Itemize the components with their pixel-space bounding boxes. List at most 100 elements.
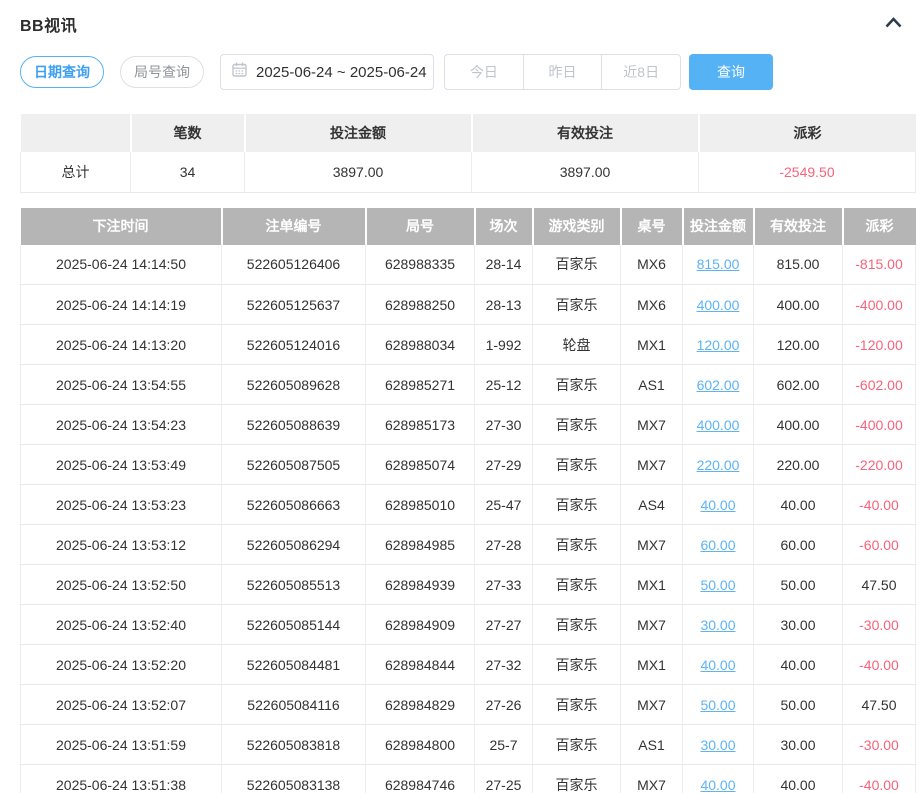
cell-bet-id: 522605085513 (222, 565, 366, 605)
cell-payout: -400.00 (843, 405, 916, 445)
bet-amount-link[interactable]: 50.00 (700, 577, 735, 593)
cell-valid-bet: 30.00 (754, 605, 843, 645)
cell-payout: -40.00 (843, 765, 916, 793)
cell-bet-amount: 220.00 (683, 445, 754, 485)
summary-col-bet-amount: 投注金额 (245, 114, 472, 152)
cell-time: 2025-06-24 14:13:20 (21, 325, 222, 365)
bet-amount-link[interactable]: 120.00 (697, 337, 740, 353)
cell-bet-amount: 60.00 (683, 525, 754, 565)
bet-amount-link[interactable]: 400.00 (697, 297, 740, 313)
cell-valid-bet: 60.00 (754, 525, 843, 565)
cell-bet-amount: 50.00 (683, 565, 754, 605)
cell-bet-amount: 815.00 (683, 245, 754, 285)
cell-game: 百家乐 (533, 405, 621, 445)
query-toolbar: 日期查询 局号查询 2025-06-24 ~ 2025-06-24 今日 昨日 … (20, 54, 904, 90)
bet-amount-link[interactable]: 602.00 (697, 377, 740, 393)
cell-table-no: MX1 (621, 565, 683, 605)
cell-valid-bet: 602.00 (754, 365, 843, 405)
tab-date-query[interactable]: 日期查询 (20, 56, 104, 88)
cell-session: 27-32 (475, 645, 533, 685)
cell-time: 2025-06-24 13:52:50 (21, 565, 222, 605)
cell-bet-id: 522605086294 (222, 525, 366, 565)
cell-game: 百家乐 (533, 485, 621, 525)
summary-total-label: 总计 (21, 152, 131, 192)
cell-bet-id: 522605084116 (222, 685, 366, 725)
table-row: 2025-06-24 14:13:20522605124016628988034… (21, 325, 916, 365)
bet-amount-link[interactable]: 30.00 (700, 617, 735, 633)
tab-round-query[interactable]: 局号查询 (120, 56, 204, 88)
cell-bet-id: 522605083818 (222, 725, 366, 765)
cell-session: 28-14 (475, 245, 533, 285)
table-row: 2025-06-24 13:53:49522605087505628985074… (21, 445, 916, 485)
bet-amount-link[interactable]: 40.00 (700, 657, 735, 673)
cell-round-id: 628985074 (366, 445, 475, 485)
col-table-no: 桌号 (621, 208, 683, 245)
quick-yesterday-button[interactable]: 昨日 (523, 55, 602, 89)
cell-bet-amount: 120.00 (683, 325, 754, 365)
cell-game: 百家乐 (533, 445, 621, 485)
bet-amount-link[interactable]: 30.00 (700, 737, 735, 753)
collapse-button[interactable] (883, 13, 904, 35)
cell-payout: -60.00 (843, 525, 916, 565)
cell-game: 轮盘 (533, 325, 621, 365)
summary-col-count: 笔数 (131, 114, 245, 152)
cell-bet-id: 522605085144 (222, 605, 366, 645)
cell-time: 2025-06-24 13:52:40 (21, 605, 222, 645)
cell-round-id: 628984939 (366, 565, 475, 605)
panel-header: BB视讯 (0, 0, 924, 36)
cell-payout: -30.00 (843, 605, 916, 645)
quick-range-group: 今日 昨日 近8日 (444, 54, 681, 90)
cell-session: 27-30 (475, 405, 533, 445)
cell-time: 2025-06-24 14:14:50 (21, 245, 222, 285)
summary-total-row: 总计 34 3897.00 3897.00 -2549.50 (21, 152, 916, 192)
cell-payout: -30.00 (843, 725, 916, 765)
bb-video-panel: BB视讯 日期查询 局号查询 2025-06-24 ~ 2025-06-24 (0, 0, 924, 793)
summary-col-payout: 派彩 (699, 114, 916, 152)
cell-session: 27-26 (475, 685, 533, 725)
cell-game: 百家乐 (533, 765, 621, 793)
bet-amount-link[interactable]: 400.00 (697, 417, 740, 433)
cell-time: 2025-06-24 13:54:55 (21, 365, 222, 405)
cell-round-id: 628984746 (366, 765, 475, 793)
records-header-row: 下注时间 注单编号 局号 场次 游戏类别 桌号 投注金额 有效投注 派彩 (21, 208, 916, 245)
search-button[interactable]: 查询 (689, 54, 773, 90)
table-row: 2025-06-24 14:14:19522605125637628988250… (21, 285, 916, 325)
table-row: 2025-06-24 13:51:59522605083818628984800… (21, 725, 916, 765)
cell-bet-amount: 400.00 (683, 285, 754, 325)
cell-table-no: MX6 (621, 245, 683, 285)
bet-amount-link[interactable]: 40.00 (700, 497, 735, 513)
cell-game: 百家乐 (533, 565, 621, 605)
bet-amount-link[interactable]: 815.00 (697, 256, 740, 272)
quick-today-button[interactable]: 今日 (445, 55, 523, 89)
cell-table-no: MX7 (621, 525, 683, 565)
cell-payout: -220.00 (843, 445, 916, 485)
cell-valid-bet: 40.00 (754, 765, 843, 793)
cell-session: 25-47 (475, 485, 533, 525)
cell-time: 2025-06-24 13:52:07 (21, 685, 222, 725)
cell-game: 百家乐 (533, 245, 621, 285)
bet-amount-link[interactable]: 40.00 (700, 777, 735, 793)
quick-last8days-button[interactable]: 近8日 (601, 55, 680, 89)
date-range-input[interactable]: 2025-06-24 ~ 2025-06-24 (220, 54, 434, 90)
cell-session: 27-33 (475, 565, 533, 605)
bet-amount-link[interactable]: 60.00 (700, 537, 735, 553)
cell-bet-id: 522605125637 (222, 285, 366, 325)
bet-amount-link[interactable]: 50.00 (700, 697, 735, 713)
cell-bet-id: 522605086663 (222, 485, 366, 525)
col-bet-time: 下注时间 (21, 208, 222, 245)
cell-round-id: 628988335 (366, 245, 475, 285)
cell-time: 2025-06-24 13:53:12 (21, 525, 222, 565)
bet-amount-link[interactable]: 220.00 (697, 457, 740, 473)
table-row: 2025-06-24 13:54:55522605089628628985271… (21, 365, 916, 405)
cell-valid-bet: 400.00 (754, 285, 843, 325)
cell-game: 百家乐 (533, 525, 621, 565)
cell-bet-id: 522605124016 (222, 325, 366, 365)
cell-valid-bet: 815.00 (754, 245, 843, 285)
summary-total-bet-amount: 3897.00 (245, 152, 472, 192)
summary-header-row: 笔数 投注金额 有效投注 派彩 (21, 114, 916, 152)
cell-round-id: 628988250 (366, 285, 475, 325)
table-row: 2025-06-24 13:51:38522605083138628984746… (21, 765, 916, 793)
cell-time: 2025-06-24 13:53:23 (21, 485, 222, 525)
cell-game: 百家乐 (533, 285, 621, 325)
cell-game: 百家乐 (533, 365, 621, 405)
